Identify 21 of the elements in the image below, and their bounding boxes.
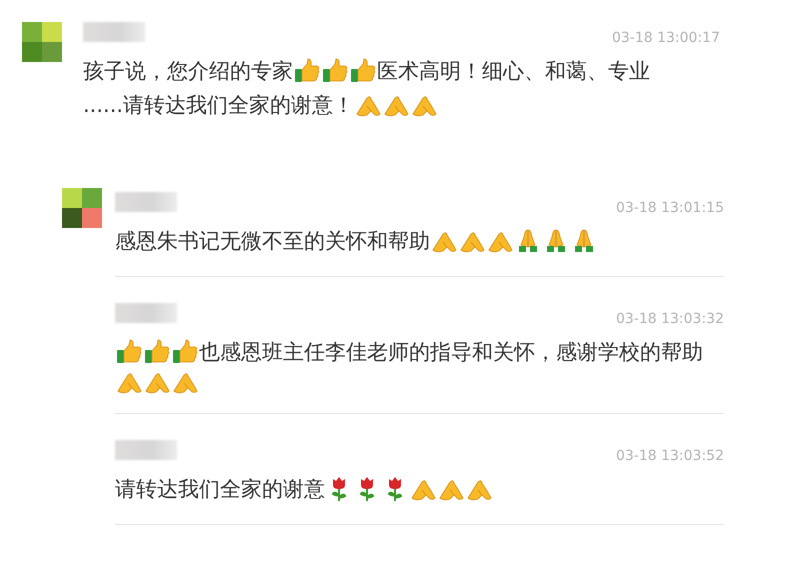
- message-text: 也感恩班主任李佳老师的指导和关怀，感谢学校的帮: [199, 339, 682, 366]
- blurred-name: [115, 192, 177, 212]
- message-text: 孩子说，您介绍的专家: [83, 58, 293, 85]
- thumbs-up-icon: [350, 58, 376, 84]
- message-text: ......请转达我们全家的谢意！: [83, 92, 354, 119]
- timestamp: 03-18 13:00:17: [612, 30, 720, 46]
- thumbs-up-icon: [144, 339, 170, 365]
- timestamp: 03-18 13:03:32: [616, 311, 724, 327]
- message-text: 感恩朱书记无微不至的关怀和帮助: [115, 228, 430, 255]
- timestamp: 03-18 13:03:52: [616, 448, 724, 464]
- blurred-name: [115, 440, 177, 460]
- thumbs-up-icon: [322, 58, 348, 84]
- message-text: 助: [682, 339, 703, 366]
- timestamp: 03-18 13:01:15: [616, 200, 724, 216]
- thumbs-up-icon: [172, 339, 198, 365]
- thumbs-up-icon: [116, 339, 142, 365]
- thumbs-up-icon: [294, 58, 320, 84]
- blurred-name: [83, 22, 145, 42]
- message-text: 请转达我们全家的谢意: [115, 476, 325, 503]
- blurred-name: [115, 303, 177, 323]
- message-text: 医术高明！细心、和蔼、专业: [377, 58, 650, 85]
